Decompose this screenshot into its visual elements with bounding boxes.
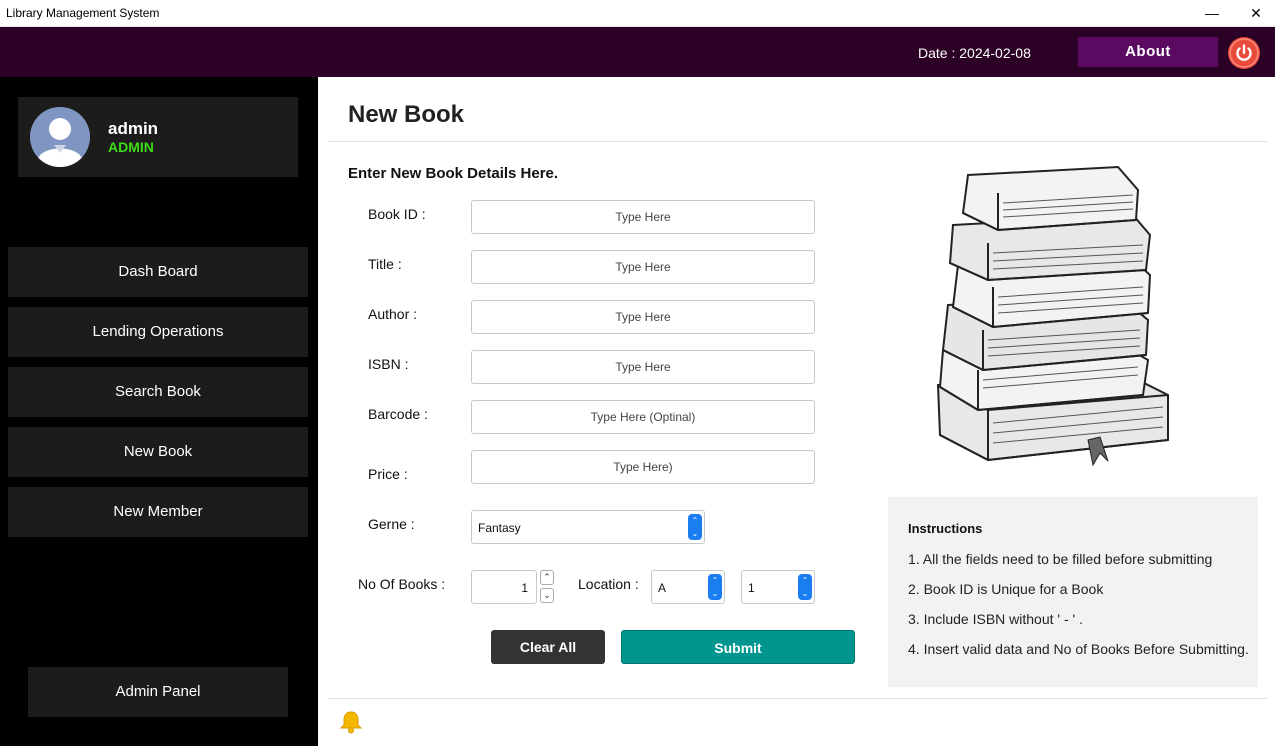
form-heading: Enter New Book Details Here. [348,165,559,182]
instructions-heading: Instructions [908,521,983,536]
no-of-books-input[interactable]: 1 [471,570,537,604]
admin-panel-button[interactable]: Admin Panel [28,667,288,717]
header-bar: Date : 2024-02-08 About [0,27,1275,77]
location-row-dropdown-icon[interactable]: ⌃ ⌄ [708,574,722,600]
price-label: Price : [368,466,408,482]
submit-button[interactable]: Submit [621,630,855,664]
window-titlebar: Library Management System — ✕ [0,0,1275,27]
avatar [30,107,90,167]
genre-select[interactable]: Fantasy ⌃ ⌄ [471,510,705,544]
nav-search-book[interactable]: Search Book [8,367,308,417]
divider [328,141,1268,142]
date-label: Date : 2024-02-08 [918,45,1031,61]
genre-label: Gerne : [368,516,415,532]
isbn-input[interactable]: Type Here [471,350,815,384]
book-id-input[interactable]: Type Here [471,200,815,234]
minimize-button[interactable]: — [1192,2,1232,24]
about-button[interactable]: About [1078,37,1218,67]
instruction-item: 4. Insert valid data and No of Books Bef… [908,641,1249,657]
author-label: Author : [368,306,418,322]
location-row-select[interactable]: A ⌃ ⌄ [651,570,725,604]
sidebar: admin ADMIN Dash Board Lending Operation… [0,77,318,746]
title-input[interactable]: Type Here [471,250,815,284]
location-shelf-value: 1 [748,581,755,595]
user-name: admin [108,119,159,138]
power-icon[interactable] [1228,37,1260,69]
location-shelf-dropdown-icon[interactable]: ⌃ ⌄ [798,574,812,600]
user-role: ADMIN [108,139,154,155]
nav-new-member[interactable]: New Member [8,487,308,537]
book-stack-illustration [888,155,1233,500]
barcode-input[interactable]: Type Here (Optinal) [471,400,815,434]
close-button[interactable]: ✕ [1236,2,1275,24]
genre-dropdown-icon[interactable]: ⌃ ⌄ [688,514,702,540]
instruction-item: 3. Include ISBN without ' - ' . [908,611,1083,627]
instruction-item: 2. Book ID is Unique for a Book [908,581,1104,597]
location-shelf-select[interactable]: 1 ⌃ ⌄ [741,570,815,604]
price-input[interactable]: Type Here) [471,450,815,484]
isbn-label: ISBN : [368,356,409,372]
page-title: New Book [348,101,465,128]
nav-new-book[interactable]: New Book [8,427,308,477]
barcode-label: Barcode : [368,406,428,422]
genre-value: Fantasy [478,521,521,535]
clear-all-button[interactable]: Clear All [491,630,605,664]
no-of-books-label: No Of Books : [358,576,446,592]
author-input[interactable]: Type Here [471,300,815,334]
location-row-value: A [658,581,667,595]
instructions-panel: Instructions 1. All the fields need to b… [888,497,1258,687]
no-of-books-value: 1 [521,581,528,595]
nav-dashboard[interactable]: Dash Board [8,247,308,297]
book-id-label: Book ID : [368,206,426,222]
divider [328,698,1268,699]
window-title: Library Management System [6,6,160,20]
bell-icon[interactable] [338,709,364,735]
title-label: Title : [368,256,402,272]
decrement-button[interactable]: ⌄ [540,588,554,603]
instruction-item: 1. All the fields need to be filled befo… [908,551,1213,567]
location-label: Location : [578,576,639,592]
nav-lending-operations[interactable]: Lending Operations [8,307,308,357]
user-profile-card: admin ADMIN [18,97,298,177]
main-content: New Book Enter New Book Details Here. Bo… [318,77,1275,746]
increment-button[interactable]: ⌃ [540,570,554,585]
